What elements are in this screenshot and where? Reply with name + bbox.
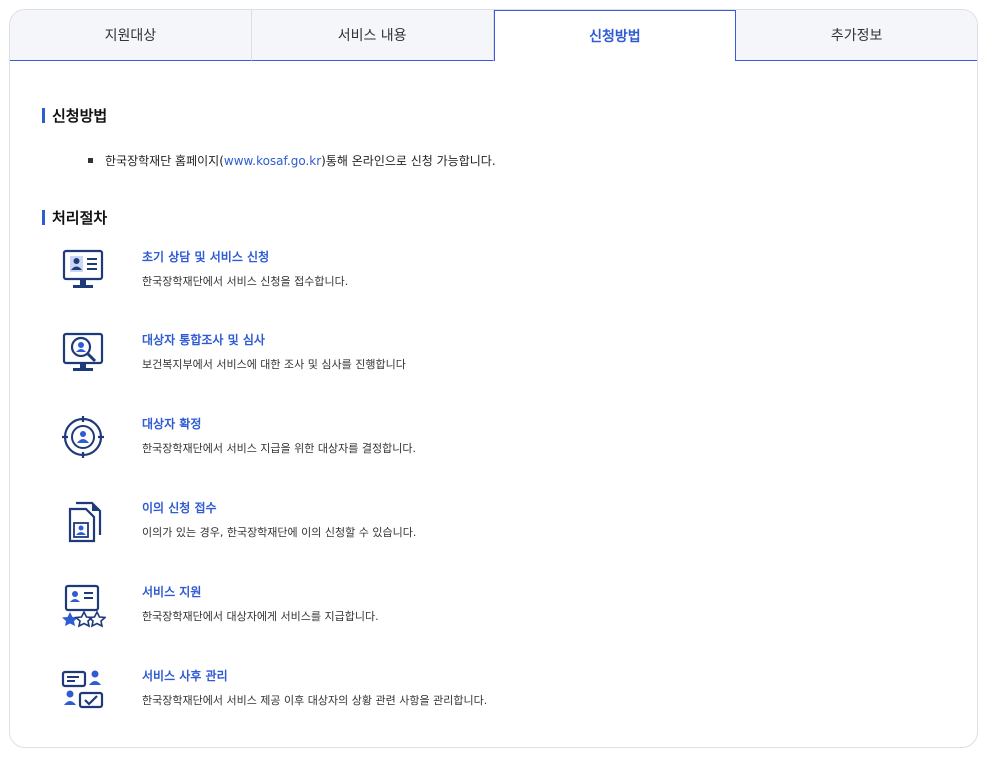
target-user-icon: [62, 416, 104, 458]
process-step: 대상자 확정 한국장학재단에서 서비스 지급을 위한 대상자를 결정합니다.: [60, 415, 560, 465]
profile-stars-icon: [62, 584, 106, 628]
step-title: 이의 신청 접수: [142, 501, 217, 515]
monitor-search-user-icon: [62, 332, 104, 371]
process-title-text: 처리절차: [52, 209, 108, 227]
process-step: 서비스 사후 관리 한국장학재단에서 서비스 제공 이후 대상자의 상황 관련 …: [60, 667, 560, 717]
users-checklist-icon: [61, 670, 104, 709]
tab-service-content[interactable]: 서비스 내용: [251, 10, 494, 61]
tab-eligibility[interactable]: 지원대상: [10, 10, 252, 61]
title-accent-bar: [42, 210, 45, 225]
title-accent-bar: [42, 108, 45, 123]
process-step: 서비스 지원 한국장학재단에서 대상자에게 서비스를 지급합니다.: [60, 583, 560, 633]
process-section-title: 처리절차: [42, 207, 107, 228]
monitor-profile-icon: [62, 249, 104, 288]
method-text-before: 한국장학재단 홈페이지(: [105, 154, 224, 168]
tab-additional-info[interactable]: 추가정보: [736, 10, 977, 61]
step-title: 서비스 사후 관리: [142, 669, 228, 683]
process-step: 대상자 통합조사 및 심사 보건복지부에서 서비스에 대한 조사 및 심사를 진…: [60, 331, 560, 381]
step-title: 대상자 통합조사 및 심사: [142, 333, 265, 347]
process-step: 이의 신청 접수 이의가 있는 경우, 한국장학재단에 이의 신청할 수 있습니…: [60, 499, 560, 549]
method-text-after: )통해 온라인으로 신청 가능합니다.: [321, 154, 496, 168]
step-description: 한국장학재단에서 서비스 제공 이후 대상자의 상황 관련 사항을 관리합니다.: [142, 694, 488, 707]
step-description: 한국장학재단에서 서비스 지급을 위한 대상자를 결정합니다.: [142, 442, 416, 455]
step-title: 서비스 지원: [142, 585, 202, 599]
step-description: 이의가 있는 경우, 한국장학재단에 이의 신청할 수 있습니다.: [142, 526, 417, 539]
step-description: 보건복지부에서 서비스에 대한 조사 및 심사를 진행합니다: [142, 358, 406, 371]
kosaf-link[interactable]: www.kosaf.go.kr: [224, 154, 321, 168]
tab-application-method[interactable]: 신청방법: [493, 10, 737, 61]
method-description: 한국장학재단 홈페이지(www.kosaf.go.kr)통해 온라인으로 신청 …: [88, 152, 496, 169]
step-description: 한국장학재단에서 대상자에게 서비스를 지급합니다.: [142, 610, 379, 623]
bullet-icon: [88, 158, 93, 163]
process-step: 초기 상담 및 서비스 신청 한국장학재단에서 서비스 신청을 접수합니다.: [60, 248, 560, 298]
step-title: 초기 상담 및 서비스 신청: [142, 250, 270, 264]
step-title: 대상자 확정: [142, 417, 202, 431]
document-user-icon: [68, 501, 102, 543]
tab-bar: 지원대상 서비스 내용 신청방법 추가정보: [10, 10, 977, 61]
method-title-text: 신청방법: [52, 107, 108, 125]
method-section-title: 신청방법: [42, 105, 107, 126]
step-description: 한국장학재단에서 서비스 신청을 접수합니다.: [142, 275, 349, 288]
service-card: 지원대상 서비스 내용 신청방법 추가정보 신청방법 한국장학재단 홈페이지(w…: [9, 9, 978, 748]
